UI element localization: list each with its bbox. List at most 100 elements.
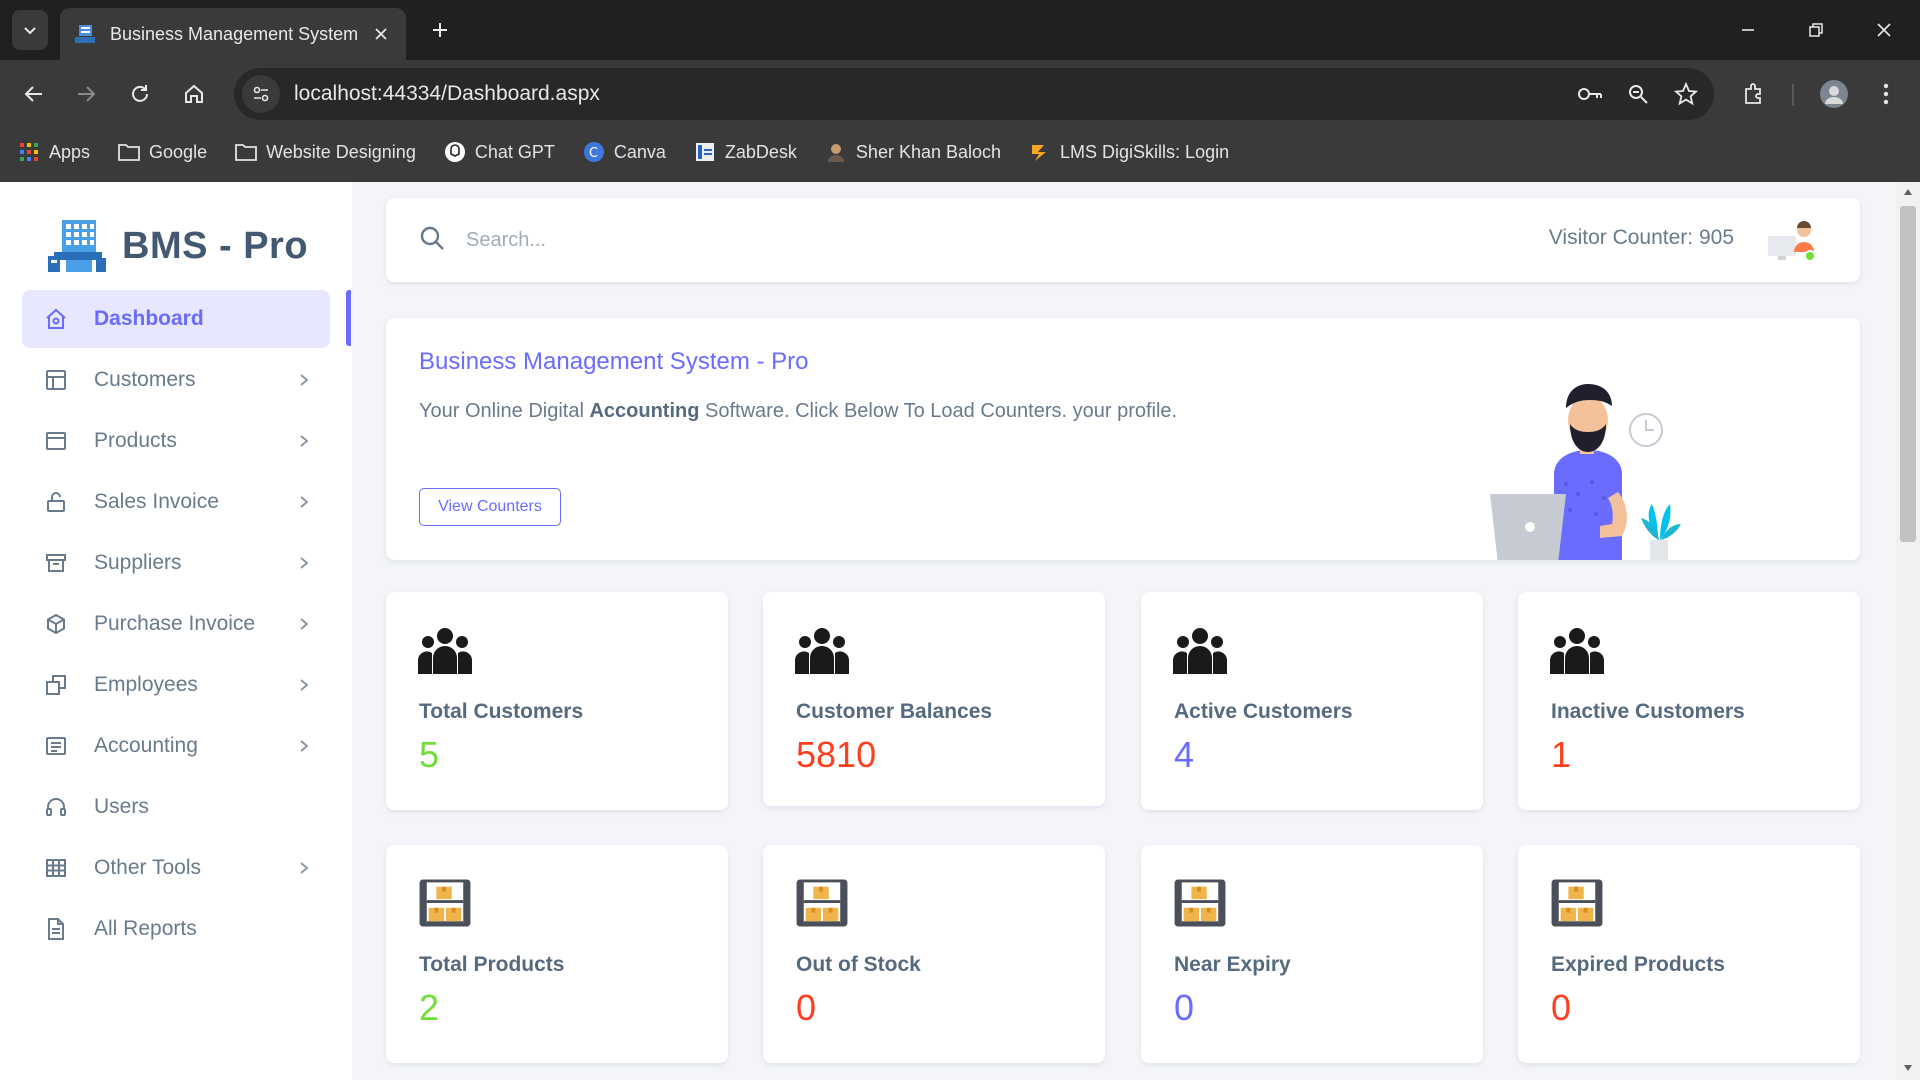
sidebar-item-label: Employees (94, 673, 198, 696)
lock-open-icon (42, 488, 70, 516)
sidebar-item-dashboard[interactable]: Dashboard (22, 290, 330, 348)
top-navbar: Visitor Counter: 905 (386, 198, 1860, 282)
sidebar-item-label: Suppliers (94, 551, 182, 574)
page-scrollbar[interactable] (1896, 182, 1920, 1080)
search-input[interactable] (466, 218, 766, 262)
scrollbar-thumb[interactable] (1900, 206, 1916, 542)
zoom-icon[interactable] (1618, 74, 1658, 114)
stat-label: Inactive Customers (1551, 700, 1745, 723)
scroll-up-icon[interactable] (1902, 186, 1914, 198)
stat-card-customer-balances[interactable]: Customer Balances 5810 (763, 592, 1105, 806)
stat-card-inactive-customers[interactable]: Inactive Customers 1 (1518, 592, 1860, 810)
view-counters-button[interactable]: View Counters (419, 488, 561, 526)
sidebar-item-label: Accounting (94, 734, 198, 757)
browser-tab[interactable]: Business Management System (60, 8, 406, 60)
new-tab-button[interactable] (424, 14, 456, 46)
tab-strip: Business Management System (0, 0, 1920, 60)
sidebar-item-employees[interactable]: Employees (22, 656, 330, 714)
chatgpt-icon (444, 141, 466, 163)
sidebar-item-label: Products (94, 429, 177, 452)
bms-logo-icon (48, 220, 106, 272)
brand-name: BMS - Pro (122, 224, 309, 267)
users-icon (1550, 628, 1604, 674)
page-content: BMS - Pro Dashboard Customers Products S… (0, 182, 1920, 1080)
bookmark-label: LMS DigiSkills: Login (1060, 141, 1230, 162)
tab-title: Business Management System (110, 23, 359, 44)
address-bar[interactable]: localhost:44334/Dashboard.aspx (234, 68, 1714, 120)
stat-card-near-expiry[interactable]: Near Expiry 0 (1141, 845, 1483, 1063)
stat-value: 5810 (796, 734, 877, 775)
bookmark-website-designing[interactable]: Website Designing (235, 141, 416, 163)
welcome-card: Business Management System - Pro Your On… (386, 318, 1860, 560)
minimize-button[interactable] (1714, 0, 1782, 60)
stat-card-total-customers[interactable]: Total Customers 5 (386, 592, 728, 810)
close-window-button[interactable] (1850, 0, 1918, 60)
bookmark-label: Sher Khan Baloch (855, 141, 1002, 162)
sidebar-item-sales-invoice[interactable]: Sales Invoice (22, 473, 330, 531)
stat-card-total-products[interactable]: Total Products 2 (386, 845, 728, 1063)
bookmark-lms-digiskills[interactable]: LMS DigiSkills: Login (1029, 141, 1229, 163)
close-tab-icon[interactable] (370, 23, 392, 45)
copy-icon (42, 671, 70, 699)
cube-icon (42, 610, 70, 638)
toolbar-divider (1792, 84, 1794, 106)
bookmark-label: ZabDesk (724, 141, 797, 162)
bookmark-google[interactable]: Google (118, 141, 207, 163)
menu-button[interactable] (1866, 74, 1906, 114)
brand[interactable]: BMS - Pro (44, 218, 308, 274)
warehouse-boxes-icon (419, 879, 471, 927)
warehouse-boxes-icon (1174, 879, 1226, 927)
site-favicon-icon (75, 25, 95, 43)
restore-icon (1809, 23, 1823, 37)
password-key-icon[interactable] (1570, 74, 1610, 114)
stat-card-active-customers[interactable]: Active Customers 4 (1141, 592, 1483, 810)
home-button[interactable] (174, 74, 214, 114)
window-icon (42, 427, 70, 455)
profile-button[interactable] (1814, 74, 1854, 114)
url-text[interactable]: localhost:44334/Dashboard.aspx (294, 82, 1570, 106)
bookmark-label: Google (149, 141, 208, 162)
sidebar-item-products[interactable]: Products (22, 412, 330, 470)
restore-button[interactable] (1782, 0, 1850, 60)
bookmark-zabdesk[interactable]: ZabDesk (694, 141, 797, 163)
reload-icon (132, 85, 148, 102)
layout-icon (42, 366, 70, 394)
bookmark-sher-khan-baloch[interactable]: Sher Khan Baloch (825, 141, 1001, 163)
sidebar-item-purchase-invoice[interactable]: Purchase Invoice (22, 595, 330, 653)
stat-card-expired-products[interactable]: Expired Products 0 (1518, 845, 1860, 1063)
avatar[interactable] (1766, 218, 1818, 264)
warehouse-boxes-icon (1551, 879, 1603, 927)
chevron-right-icon (292, 551, 316, 575)
welcome-title: Business Management System - Pro (419, 348, 809, 375)
sidebar-item-customers[interactable]: Customers (22, 351, 330, 409)
chevron-right-icon (292, 612, 316, 636)
scroll-down-icon[interactable] (1902, 1062, 1914, 1074)
stat-card-out-of-stock[interactable]: Out of Stock 0 (763, 845, 1105, 1063)
file-icon (42, 915, 70, 943)
bookmark-canva[interactable]: C Canva (583, 141, 666, 163)
chevron-right-icon (292, 368, 316, 392)
sidebar-item-suppliers[interactable]: Suppliers (22, 534, 330, 592)
stat-value: 2 (419, 987, 440, 1028)
extensions-button[interactable] (1734, 74, 1774, 114)
tune-icon (253, 86, 269, 102)
welcome-desc-bold: Accounting (589, 400, 700, 422)
arrow-left-icon (24, 86, 42, 102)
forward-button[interactable] (66, 74, 106, 114)
bookmark-label: Website Designing (266, 141, 416, 162)
bookmark-apps[interactable]: Apps (18, 141, 90, 163)
bookmark-star-icon[interactable] (1666, 74, 1706, 114)
sidebar-item-other-tools[interactable]: Other Tools (22, 839, 330, 897)
sidebar-item-all-reports[interactable]: All Reports (22, 900, 330, 958)
site-info-button[interactable] (242, 75, 280, 113)
back-button[interactable] (14, 74, 54, 114)
stat-value: 0 (1551, 987, 1572, 1028)
bookmark-chat-gpt[interactable]: Chat GPT (444, 141, 555, 163)
headphones-icon (42, 793, 70, 821)
sidebar-item-accounting[interactable]: Accounting (22, 717, 330, 775)
welcome-desc-text: Your Online Digital (419, 400, 590, 422)
reload-button[interactable] (120, 74, 160, 114)
minimize-icon (1742, 29, 1754, 31)
tab-search-button[interactable] (12, 10, 48, 50)
sidebar-item-users[interactable]: Users (22, 778, 330, 836)
